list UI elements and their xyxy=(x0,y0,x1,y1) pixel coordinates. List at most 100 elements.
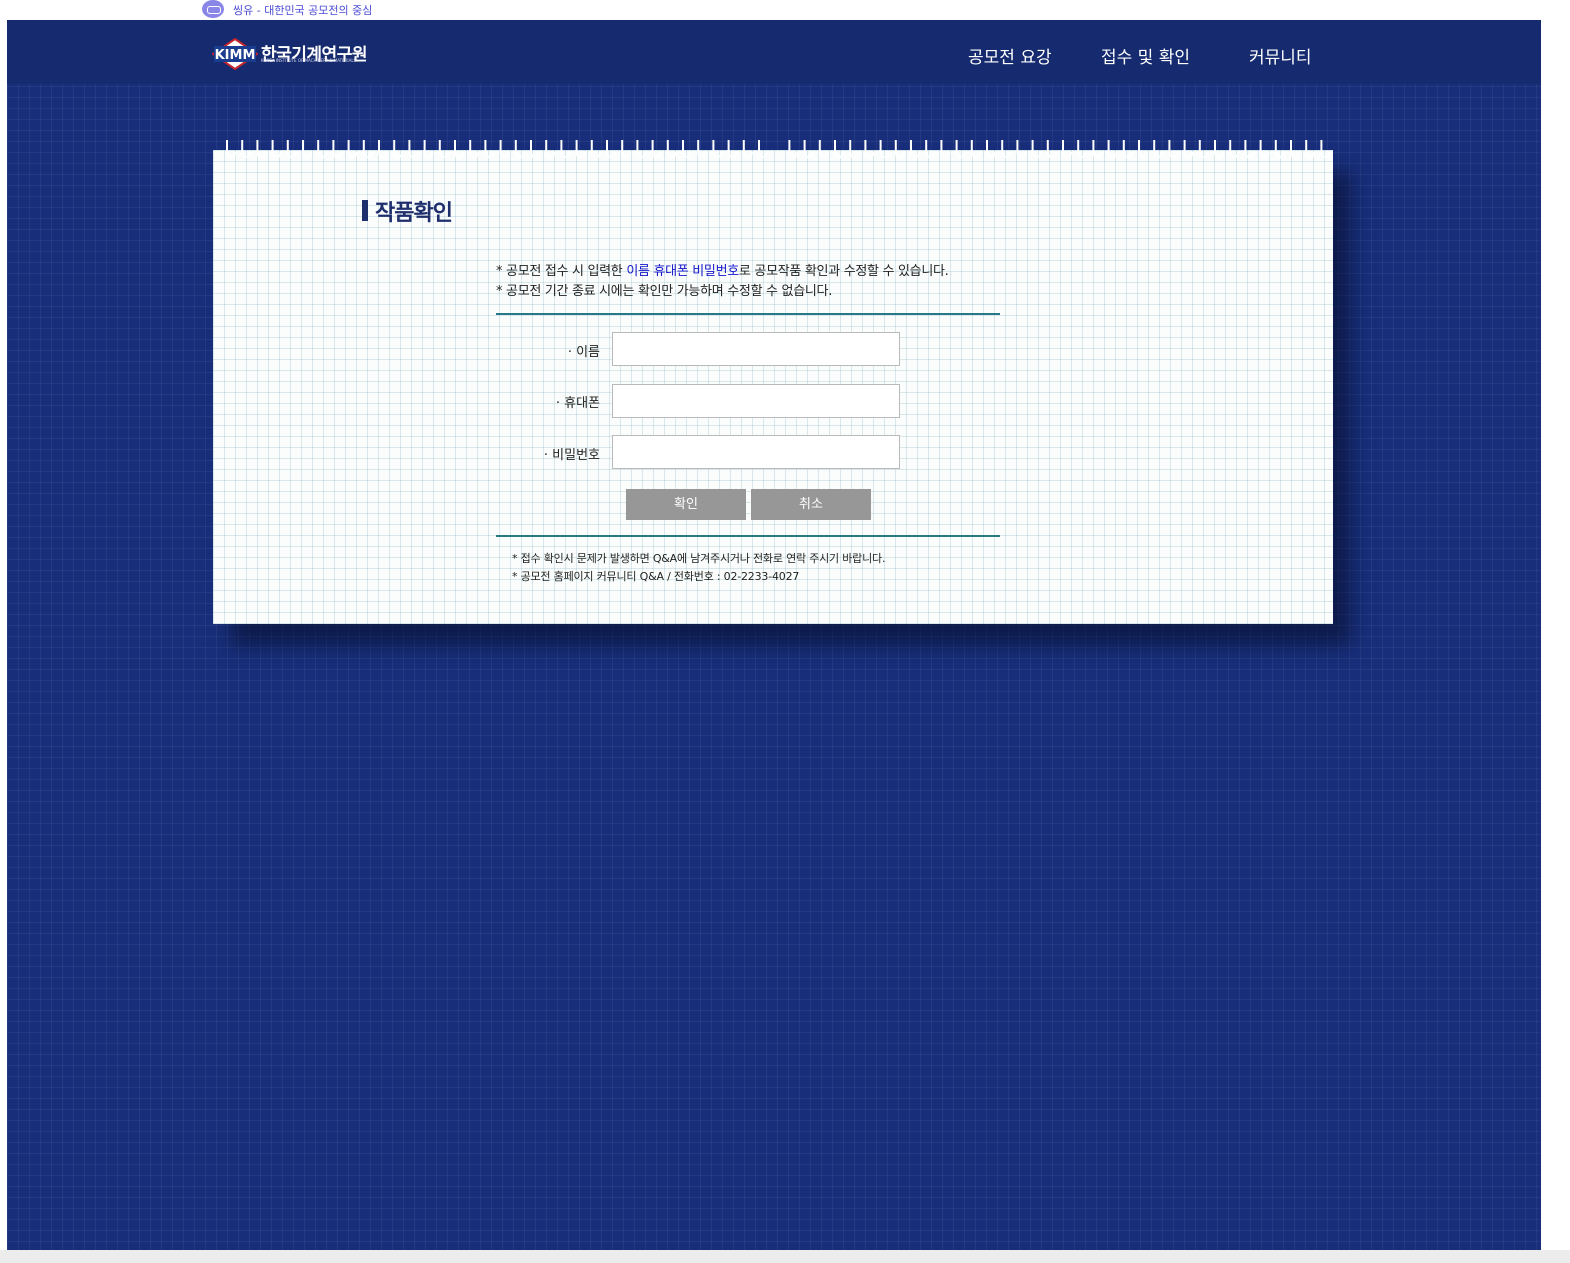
spiral-ring xyxy=(1259,140,1270,159)
spiral-ring xyxy=(925,140,936,159)
site-logo-icon[interactable] xyxy=(202,0,224,18)
notice-1-prefix: * 공모전 접수 시 입력한 xyxy=(496,264,627,279)
bottom-divider xyxy=(496,535,1000,537)
spiral-ring xyxy=(286,140,297,159)
name-label: · 이름 xyxy=(567,345,600,360)
spiral-ring xyxy=(849,140,860,159)
spiral-ring xyxy=(1046,140,1057,159)
nav-submit-confirm[interactable]: 접수 및 확인 xyxy=(1101,43,1190,68)
confirm-button[interactable]: 확인 xyxy=(626,489,746,520)
spiral-ring xyxy=(742,140,753,159)
phone-input[interactable] xyxy=(612,384,900,418)
page-title: 작품확인 xyxy=(375,201,453,226)
spiral-ring xyxy=(332,140,343,159)
spiral-ring xyxy=(666,140,677,159)
spiral-ring xyxy=(788,140,799,159)
phone-label: · 휴대폰 xyxy=(555,396,600,411)
spiral-ring xyxy=(955,140,966,159)
spiral-ring xyxy=(454,140,464,159)
spiral-ring xyxy=(393,140,404,159)
logo-text: KIMM xyxy=(215,48,256,63)
spiral-ring xyxy=(606,140,616,159)
site-label[interactable]: 씽유 - 대한민국 공모전의 중심 xyxy=(233,2,372,18)
spiral-ring xyxy=(575,140,586,159)
spiral-ring xyxy=(970,140,981,159)
spiral-ring xyxy=(636,140,647,159)
notebook-spiral xyxy=(226,140,1331,159)
spiral-ring xyxy=(894,140,905,159)
spiral-ring xyxy=(1092,140,1103,159)
spiral-ring xyxy=(1001,140,1012,159)
spiral-ring xyxy=(803,140,814,159)
notice-line-1: * 공모전 접수 시 입력한 이름 휴대폰 비밀번호로 공모작품 확인과 수정할… xyxy=(496,260,949,279)
spiral-ring xyxy=(1031,140,1042,159)
spiral-ring xyxy=(302,140,312,159)
notice-line-2: * 공모전 기간 종료 시에는 확인만 가능하며 수정할 수 없습니다. xyxy=(496,284,833,299)
spiral-ring xyxy=(682,140,692,159)
spiral-ring xyxy=(879,140,890,159)
name-input[interactable] xyxy=(612,332,900,366)
spiral-ring xyxy=(1244,140,1255,159)
spiral-ring xyxy=(530,140,540,159)
spiral-ring xyxy=(226,140,236,159)
bottom-margin xyxy=(0,1250,1570,1263)
cancel-button[interactable]: 취소 xyxy=(751,489,871,520)
spiral-ring xyxy=(697,140,708,159)
spiral-ring xyxy=(1305,140,1316,159)
spiral-ring xyxy=(1168,140,1179,159)
spiral-ring xyxy=(514,140,525,159)
spiral-ring xyxy=(362,140,373,159)
spiral-ring xyxy=(408,140,419,159)
spiral-ring xyxy=(1198,140,1209,159)
right-margin xyxy=(1541,20,1570,1250)
spiral-ring xyxy=(1016,140,1027,159)
spiral-ring xyxy=(621,140,632,159)
spiral-ring xyxy=(1107,140,1118,159)
nav-community[interactable]: 커뮤니티 xyxy=(1249,43,1312,68)
spiral-ring xyxy=(1320,140,1331,159)
spiral-ring xyxy=(347,140,358,159)
footnote-2: * 공모전 홈페이지 커뮤니티 Q&A / 전화번호 : 02-2233-402… xyxy=(512,570,800,583)
spiral-ring xyxy=(758,140,768,159)
spiral-ring xyxy=(1138,140,1148,159)
spiral-ring xyxy=(1062,140,1072,159)
top-divider xyxy=(496,313,1000,315)
spiral-ring xyxy=(317,140,328,159)
notice-1-suffix: 로 공모작품 확인과 수정할 수 있습니다. xyxy=(738,264,949,279)
spiral-ring xyxy=(940,140,951,159)
spiral-ring xyxy=(560,140,571,159)
footnote-1: * 접수 확인시 문제가 발생하면 Q&A에 남겨주시거나 전화로 연락 주시기… xyxy=(512,552,886,565)
spiral-ring xyxy=(469,140,480,159)
nav-contest-guide[interactable]: 공모전 요강 xyxy=(968,43,1052,68)
spiral-ring xyxy=(1290,140,1300,159)
spiral-ring xyxy=(712,140,723,159)
spiral-ring xyxy=(1214,140,1224,159)
top-bar: 씽유 - 대한민국 공모전의 중심 xyxy=(0,0,1570,20)
spiral-ring xyxy=(834,140,844,159)
spiral-ring xyxy=(986,140,996,159)
spiral-ring xyxy=(545,140,556,159)
spiral-ring xyxy=(1274,140,1285,159)
spiral-ring xyxy=(241,140,252,159)
spiral-ring xyxy=(1077,140,1088,159)
spiral-ring xyxy=(727,140,738,159)
spiral-ring xyxy=(438,140,449,159)
notice-1-highlight: 이름 휴대폰 비밀번호 xyxy=(626,264,739,279)
title-bar-accent xyxy=(362,200,368,221)
org-subtitle: KOREA INSTITUTE OF MACHINERY & MATERIALS xyxy=(261,58,357,63)
password-label: · 비밀번호 xyxy=(543,448,600,463)
spiral-ring xyxy=(1122,140,1133,159)
spiral-ring xyxy=(256,140,267,159)
spiral-ring xyxy=(1183,140,1194,159)
spiral-ring xyxy=(378,140,388,159)
spiral-ring xyxy=(499,140,510,159)
spiral-ring xyxy=(818,140,829,159)
spiral-ring xyxy=(910,140,920,159)
spiral-ring xyxy=(484,140,495,159)
spiral-ring xyxy=(271,140,282,159)
spiral-ring xyxy=(651,140,662,159)
password-input[interactable] xyxy=(612,435,900,469)
spiral-ring xyxy=(864,140,875,159)
kimm-logo-icon[interactable]: KIMM xyxy=(212,38,258,70)
spiral-ring xyxy=(590,140,601,159)
